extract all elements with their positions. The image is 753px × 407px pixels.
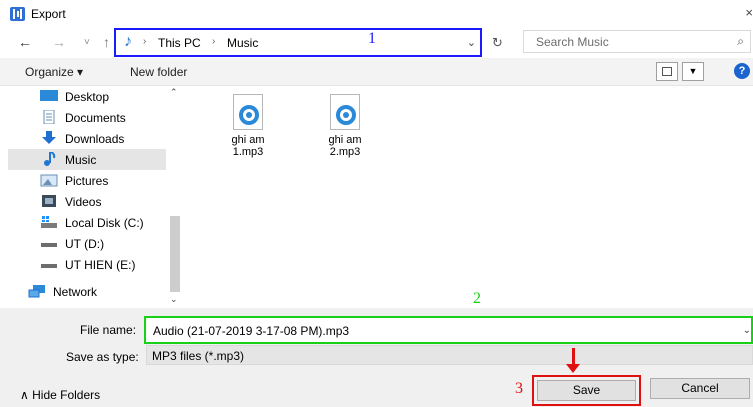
file-item[interactable]: ghi am 2.mp3 — [315, 94, 375, 158]
sidebar-item-label: Network — [53, 285, 98, 299]
pictures-icon — [40, 174, 58, 187]
network-icon — [28, 285, 45, 298]
refresh-icon[interactable]: ↻ — [492, 35, 503, 51]
address-bar[interactable]: ♪ › This PC › Music ⌄ — [114, 28, 482, 57]
file-name: ghi am 2.mp3 — [328, 134, 362, 158]
title-bar: Export × — [0, 0, 753, 28]
sidebar-item-label: Pictures — [65, 174, 109, 188]
sidebar-item-label: UT (D:) — [65, 237, 105, 251]
file-name-value: Audio (21-07-2019 3-17-08 PM).mp3 — [153, 324, 350, 338]
breadcrumb-separator: › — [143, 36, 147, 47]
save-type-label: Save as type: — [66, 350, 139, 364]
documents-icon — [43, 110, 55, 124]
breadcrumb-music[interactable]: Music — [227, 36, 258, 50]
recent-locations-chevron-icon[interactable]: ˅ — [84, 37, 90, 48]
file-name: ghi am 1.mp3 — [231, 134, 265, 158]
audio-file-icon — [330, 94, 360, 130]
annotation-label-1: 1 — [368, 30, 376, 47]
sidebar-item-ut-hien-e[interactable]: UT HIEN (E:) — [8, 254, 166, 275]
command-bar: Organize ▾ New folder ▼ ? — [0, 58, 753, 86]
cancel-button[interactable]: Cancel — [650, 378, 750, 399]
save-type-select[interactable]: MP3 files (*.mp3) — [146, 345, 753, 365]
sidebar-item-videos[interactable]: Videos — [8, 191, 166, 212]
close-icon[interactable]: × — [745, 5, 753, 20]
sidebar-item-desktop[interactable]: Desktop — [8, 86, 166, 107]
file-name-field[interactable]: Audio (21-07-2019 3-17-08 PM).mp3 ⌄ — [144, 316, 753, 344]
view-options-chevron-icon[interactable]: ▼ — [682, 62, 704, 81]
scroll-down-icon[interactable]: ⌄ — [170, 294, 178, 305]
annotation-arrow-head — [566, 364, 580, 373]
hide-folders-button[interactable]: ∧ Hide Folders — [20, 388, 100, 402]
annotation-label-3: 3 — [515, 380, 523, 397]
search-icon: ⌕ — [737, 34, 744, 48]
sidebar-item-ut-d[interactable]: UT (D:) — [8, 233, 166, 254]
sidebar-item-label: Videos — [65, 195, 102, 209]
sidebar-item-local-disk-c[interactable]: Local Disk (C:) — [8, 212, 166, 233]
sidebar-item-label: Music — [65, 153, 97, 167]
sidebar-item-label: Downloads — [65, 132, 125, 146]
file-list: ghi am 1.mp3 ghi am 2.mp3 — [183, 86, 753, 308]
navigation-scrollbar[interactable]: ⌃ ⌄ — [167, 86, 183, 308]
save-form: 2 File name: Audio (21-07-2019 3-17-08 P… — [0, 290, 753, 407]
sidebar-item-network[interactable]: Network — [8, 281, 166, 302]
downloads-icon — [42, 131, 56, 144]
annotation-label-2: 2 — [473, 290, 481, 307]
scroll-up-icon[interactable]: ⌃ — [170, 87, 178, 98]
drive-icon — [41, 243, 57, 247]
sidebar-item-label: Documents — [65, 111, 126, 125]
sidebar-item-label: UT HIEN (E:) — [65, 258, 136, 272]
music-icon — [44, 152, 56, 166]
organize-menu[interactable]: Organize ▾ — [25, 65, 83, 79]
file-item[interactable]: ghi am 1.mp3 — [218, 94, 278, 158]
search-placeholder: Search Music — [536, 35, 609, 49]
audio-file-icon — [233, 94, 263, 130]
breadcrumb-separator: › — [212, 36, 216, 47]
music-note-icon: ♪ — [124, 33, 132, 50]
view-grid-icon — [662, 67, 672, 76]
breadcrumb-this-pc[interactable]: This PC — [158, 36, 201, 50]
file-name-label: File name: — [80, 323, 137, 337]
navigation-pane: Desktop Documents Downloads Music Pictur… — [0, 86, 183, 308]
sidebar-item-label: Desktop — [65, 90, 110, 104]
new-folder-button[interactable]: New folder — [130, 65, 187, 79]
scrollbar-thumb[interactable] — [170, 216, 180, 292]
chevron-down-icon[interactable]: ⌄ — [743, 325, 751, 336]
videos-icon — [42, 195, 56, 207]
local-disk-icon — [41, 216, 57, 228]
sidebar-item-documents[interactable]: Documents — [8, 107, 166, 128]
sidebar-item-music[interactable]: Music — [8, 149, 166, 170]
save-button[interactable]: Save — [537, 380, 636, 401]
app-icon — [10, 7, 25, 21]
help-icon[interactable]: ? — [734, 63, 750, 79]
search-input[interactable]: Search Music ⌕ — [523, 30, 751, 53]
drive-icon — [41, 264, 57, 268]
change-view-button[interactable] — [656, 62, 678, 81]
sidebar-item-pictures[interactable]: Pictures — [8, 170, 166, 191]
back-arrow-icon[interactable]: ← — [18, 34, 32, 50]
address-history-chevron-icon[interactable]: ⌄ — [467, 36, 476, 49]
window-title: Export — [31, 7, 66, 21]
save-type-value: MP3 files (*.mp3) — [152, 349, 245, 363]
save-highlight: Save — [532, 375, 641, 406]
forward-arrow-icon[interactable]: → — [52, 34, 66, 50]
desktop-icon — [40, 90, 58, 101]
sidebar-item-downloads[interactable]: Downloads — [8, 128, 166, 149]
up-arrow-icon[interactable]: ↑ — [103, 34, 110, 50]
sidebar-item-label: Local Disk (C:) — [65, 216, 144, 230]
